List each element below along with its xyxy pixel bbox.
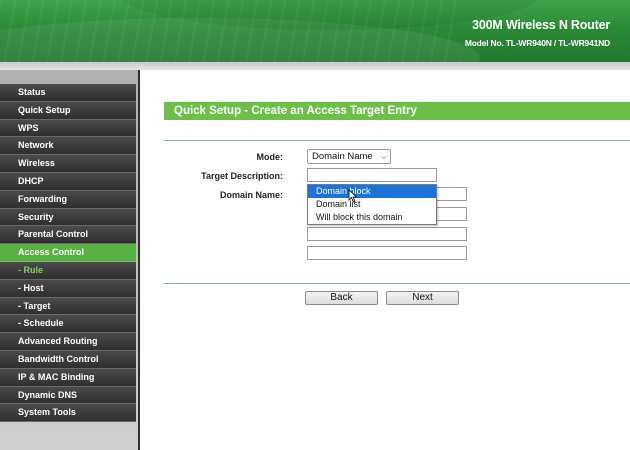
sidebar-menu: Status Quick Setup WPS Network Wireless …: [0, 84, 136, 423]
target-description-label: Target Description:: [201, 171, 283, 181]
dropdown-option-will-block[interactable]: Will block this domain: [308, 211, 436, 224]
header-strip: [0, 62, 630, 70]
domain-name-field-3[interactable]: [307, 227, 467, 241]
sidebar-item-wps[interactable]: WPS: [0, 119, 136, 138]
page-title-bar: Quick Setup - Create an Access Target En…: [164, 102, 630, 120]
back-button[interactable]: Back: [305, 291, 378, 305]
sidebar-item-parental-control[interactable]: Parental Control: [0, 226, 136, 245]
sidebar-item-wireless[interactable]: Wireless: [0, 155, 136, 173]
page-title: Quick Setup - Create an Access Target En…: [174, 105, 417, 117]
product-title: 300M Wireless N Router: [472, 18, 610, 32]
sidebar-item-dhcp[interactable]: DHCP: [0, 172, 136, 191]
sidebar-item-network[interactable]: Network: [0, 137, 136, 156]
divider-bottom: [164, 283, 630, 284]
sidebar: Status Quick Setup WPS Network Wireless …: [0, 70, 138, 450]
sidebar-item-rule[interactable]: - Rule: [0, 261, 136, 280]
header-banner: 300M Wireless N Router Model No. TL-WR94…: [0, 0, 630, 62]
mode-select[interactable]: Domain Name ⌵: [307, 149, 391, 164]
sidebar-item-dynamic-dns[interactable]: Dynamic DNS: [0, 386, 136, 405]
sidebar-item-schedule[interactable]: - Schedule: [0, 315, 136, 334]
dropdown-option-domain-block[interactable]: Domain block: [308, 185, 436, 198]
sidebar-item-forwarding[interactable]: Forwarding: [0, 190, 136, 209]
mode-label: Mode:: [256, 152, 284, 162]
target-description-field[interactable]: [307, 168, 437, 182]
mode-select-value: Domain Name: [312, 151, 373, 162]
sidebar-item-security[interactable]: Security: [0, 208, 136, 227]
sidebar-item-ip-mac-binding[interactable]: IP & MAC Binding: [0, 368, 136, 387]
domain-name-field-4[interactable]: [307, 246, 467, 260]
sidebar-item-system-tools[interactable]: System Tools: [0, 404, 136, 423]
sidebar-item-status[interactable]: Status: [0, 84, 136, 102]
next-button[interactable]: Next: [386, 291, 459, 305]
autocomplete-dropdown: Domain block Domain list Will block this…: [307, 184, 437, 225]
model-number: Model No. TL-WR940N / TL-WR941ND: [464, 38, 610, 48]
dropdown-option-domain-list[interactable]: Domain list: [308, 198, 436, 211]
sidebar-item-quick-setup[interactable]: Quick Setup: [0, 101, 136, 120]
sidebar-item-bandwidth-control[interactable]: Bandwidth Control: [0, 350, 136, 369]
sidebar-item-target[interactable]: - Target: [0, 297, 136, 316]
mouse-cursor-icon: [348, 189, 358, 203]
sidebar-item-access-control[interactable]: Access Control: [0, 244, 136, 262]
sidebar-item-advanced-routing[interactable]: Advanced Routing: [0, 333, 136, 351]
chevron-down-icon: ⌵: [380, 152, 387, 161]
divider-top: [164, 140, 630, 141]
sidebar-item-host[interactable]: - Host: [0, 279, 136, 298]
main-content: Quick Setup - Create an Access Target En…: [140, 70, 630, 450]
domain-name-label: Domain Name:: [219, 190, 283, 200]
